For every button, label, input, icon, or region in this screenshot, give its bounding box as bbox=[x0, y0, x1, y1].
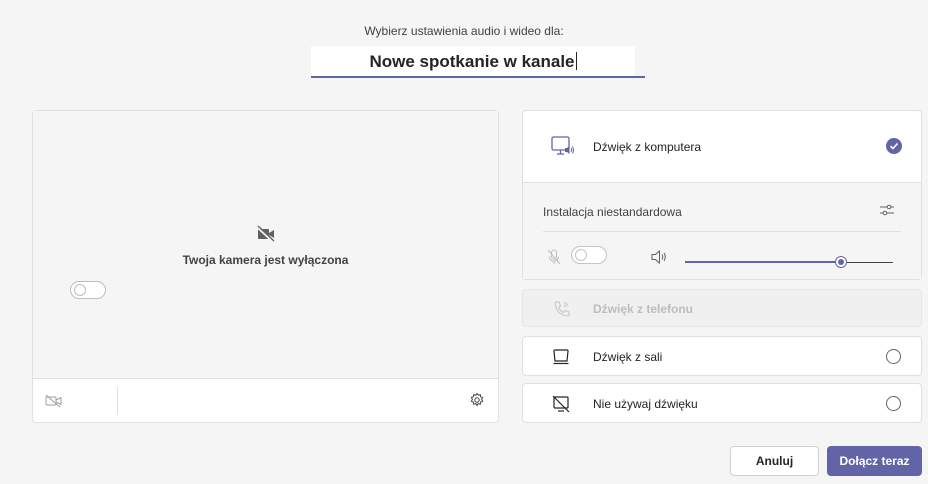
sliders-icon[interactable] bbox=[879, 202, 895, 223]
camera-panel: Twoja kamera jest wyłączona bbox=[32, 110, 499, 423]
camera-off-icon bbox=[256, 225, 276, 248]
gear-icon[interactable] bbox=[469, 392, 485, 413]
microphone-off-icon bbox=[547, 249, 561, 270]
cancel-button[interactable]: Anuluj bbox=[730, 446, 819, 476]
camera-icon bbox=[45, 394, 63, 413]
join-now-button[interactable]: Dołącz teraz bbox=[827, 446, 922, 476]
computer-audio-header[interactable]: Dźwięk z komputera bbox=[523, 111, 921, 183]
room-audio-option[interactable]: Dźwięk z sali bbox=[522, 336, 922, 376]
camera-preview: Twoja kamera jest wyłączona bbox=[33, 111, 498, 379]
meeting-title-text: Nowe spotkanie w kanale bbox=[369, 52, 575, 71]
text-caret bbox=[575, 52, 577, 70]
toggle-knob bbox=[575, 249, 587, 261]
no-audio-label: Nie używaj dźwięku bbox=[593, 397, 698, 411]
checkmark-icon bbox=[886, 138, 902, 154]
speaker-icon bbox=[651, 249, 669, 269]
meeting-title: Nowe spotkanie w kanale bbox=[311, 46, 635, 77]
phone-audio-label: Dźwięk z telefonu bbox=[593, 302, 694, 316]
custom-setup-label: Instalacja niestandardowa bbox=[543, 205, 682, 219]
phone-audio-option: Dźwięk z telefonu bbox=[522, 289, 922, 327]
no-audio-option[interactable]: Nie używaj dźwięku bbox=[522, 383, 922, 423]
room-audio-label: Dźwięk z sali bbox=[593, 350, 663, 364]
title-underline bbox=[311, 76, 645, 78]
camera-off-message: Twoja kamera jest wyłączona bbox=[182, 253, 349, 267]
computer-audio-icon bbox=[551, 135, 575, 164]
camera-controls bbox=[33, 379, 498, 422]
no-audio-radio[interactable] bbox=[886, 396, 901, 411]
computer-audio-label: Dźwięk z komputera bbox=[593, 140, 702, 154]
volume-slider-thumb[interactable] bbox=[835, 256, 847, 268]
volume-slider-fill bbox=[685, 261, 841, 263]
no-audio-icon bbox=[552, 395, 570, 418]
camera-toggle[interactable] bbox=[70, 281, 106, 299]
divider bbox=[117, 387, 118, 415]
page-subtitle: Wybierz ustawienia audio i wideo dla: bbox=[364, 24, 564, 38]
divider bbox=[543, 231, 901, 232]
room-device-icon bbox=[552, 348, 570, 371]
microphone-toggle[interactable] bbox=[571, 246, 607, 264]
toggle-knob bbox=[74, 284, 86, 296]
room-audio-radio[interactable] bbox=[886, 349, 901, 364]
computer-audio-settings: Instalacja niestandardowa bbox=[523, 183, 921, 279]
phone-icon bbox=[553, 300, 571, 323]
